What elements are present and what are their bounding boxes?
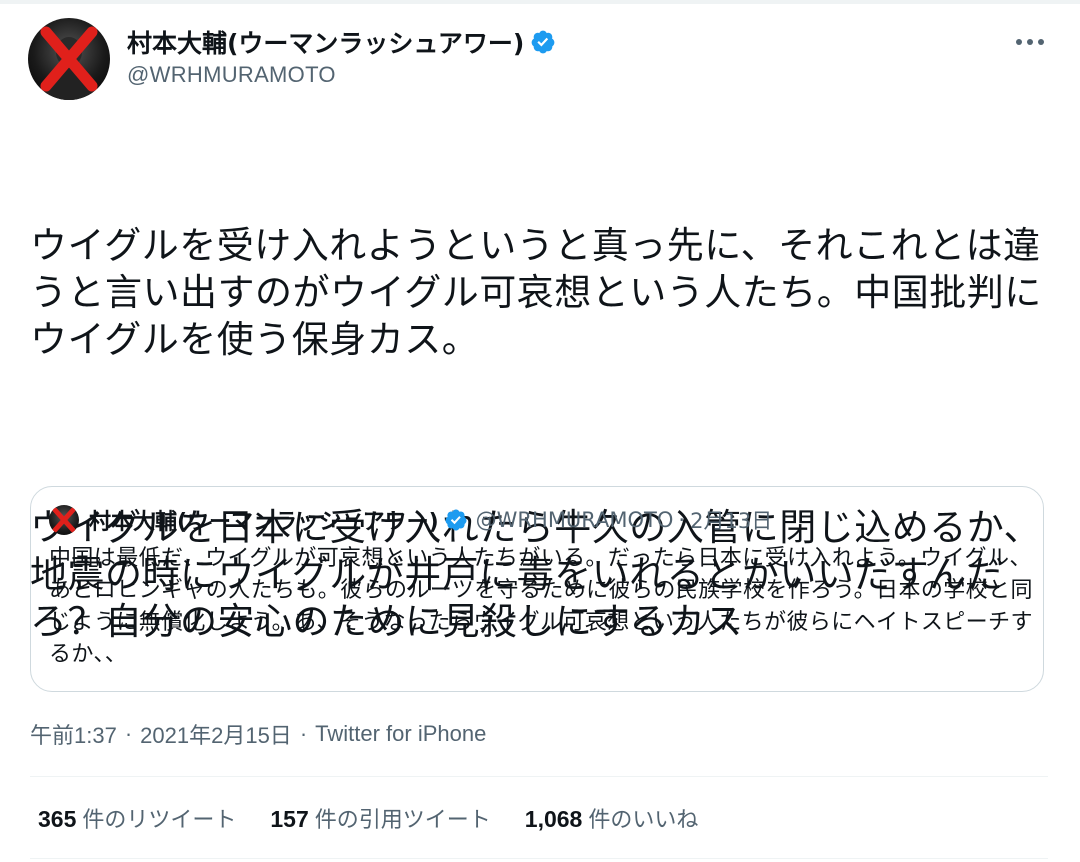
- author-avatar[interactable]: [28, 18, 110, 100]
- likes-count: 1,068: [524, 806, 583, 832]
- author-name-row[interactable]: 村本大輔(ウーマンラッシュアワー): [127, 25, 556, 59]
- verified-badge-icon: [445, 509, 467, 531]
- divider: [30, 776, 1048, 777]
- tweet-source[interactable]: Twitter for iPhone: [315, 721, 486, 747]
- quote-author-name: 村本大輔(ウーマンラッシュアワー): [89, 510, 439, 535]
- tweet-time[interactable]: 午前1:37: [30, 718, 117, 750]
- quote-author-handle: @WRHMURAMOTO: [475, 508, 674, 532]
- quotes-count: 157: [270, 806, 309, 832]
- quote-tweet-card[interactable]: 村本大輔(ウーマンラッシュアワー) @WRHMURAMOTO · 2月13日 中…: [30, 486, 1044, 692]
- quote-date: 2月13日: [690, 509, 773, 533]
- divider: [30, 858, 1048, 859]
- author-display-name[interactable]: 村本大輔(ウーマンラッシュアワー): [127, 24, 524, 60]
- likes-label: 件のいいね: [588, 808, 699, 833]
- verified-badge-icon: [531, 30, 555, 54]
- quote-text: 中国は最低だ、ウイグルが可哀想という人たちがいる。だったら日本に受け入れよう。ウ…: [49, 546, 1033, 667]
- tweet-paragraph: ウイグルを受け入れようというと真っ先に、それこれとは違うと言い出すのがウイグル可…: [30, 224, 1042, 361]
- meta-separator: ·: [124, 721, 133, 746]
- quote-header: 村本大輔(ウーマンラッシュアワー) @WRHMURAMOTO · 2月13日: [89, 503, 772, 537]
- meta-separator: ·: [299, 721, 308, 746]
- retweets-count: 365: [38, 806, 77, 832]
- avatar-red-x-icon: [52, 507, 76, 533]
- more-dots-icon: [1016, 39, 1044, 45]
- retweets-label: 件のリツイート: [82, 808, 237, 833]
- author-handle[interactable]: @WRHMURAMOTO: [127, 62, 336, 88]
- tweet-detail-page: 村本大輔(ウーマンラッシュアワー) @WRHMURAMOTO ウイグルを受け入れ…: [0, 0, 1080, 862]
- tweet-meta: 午前1:37 · 2021年2月15日 · Twitter for iPhone: [30, 718, 486, 750]
- likes-stat[interactable]: 1,068 件のいいね: [525, 802, 699, 834]
- quote-separator: ·: [678, 508, 686, 532]
- top-border: [0, 0, 1080, 4]
- more-options-button[interactable]: [1010, 30, 1050, 54]
- retweets-stat[interactable]: 365 件のリツイート: [38, 802, 236, 834]
- quotes-label: 件の引用ツイート: [314, 808, 491, 833]
- tweet-stats: 365 件のリツイート 157 件の引用ツイート 1,068 件のいいね: [38, 802, 732, 834]
- quotes-stat[interactable]: 157 件の引用ツイート: [270, 802, 490, 834]
- quote-author-avatar: [49, 505, 79, 535]
- avatar-red-x-icon: [40, 26, 98, 100]
- tweet-date[interactable]: 2021年2月15日: [140, 718, 292, 750]
